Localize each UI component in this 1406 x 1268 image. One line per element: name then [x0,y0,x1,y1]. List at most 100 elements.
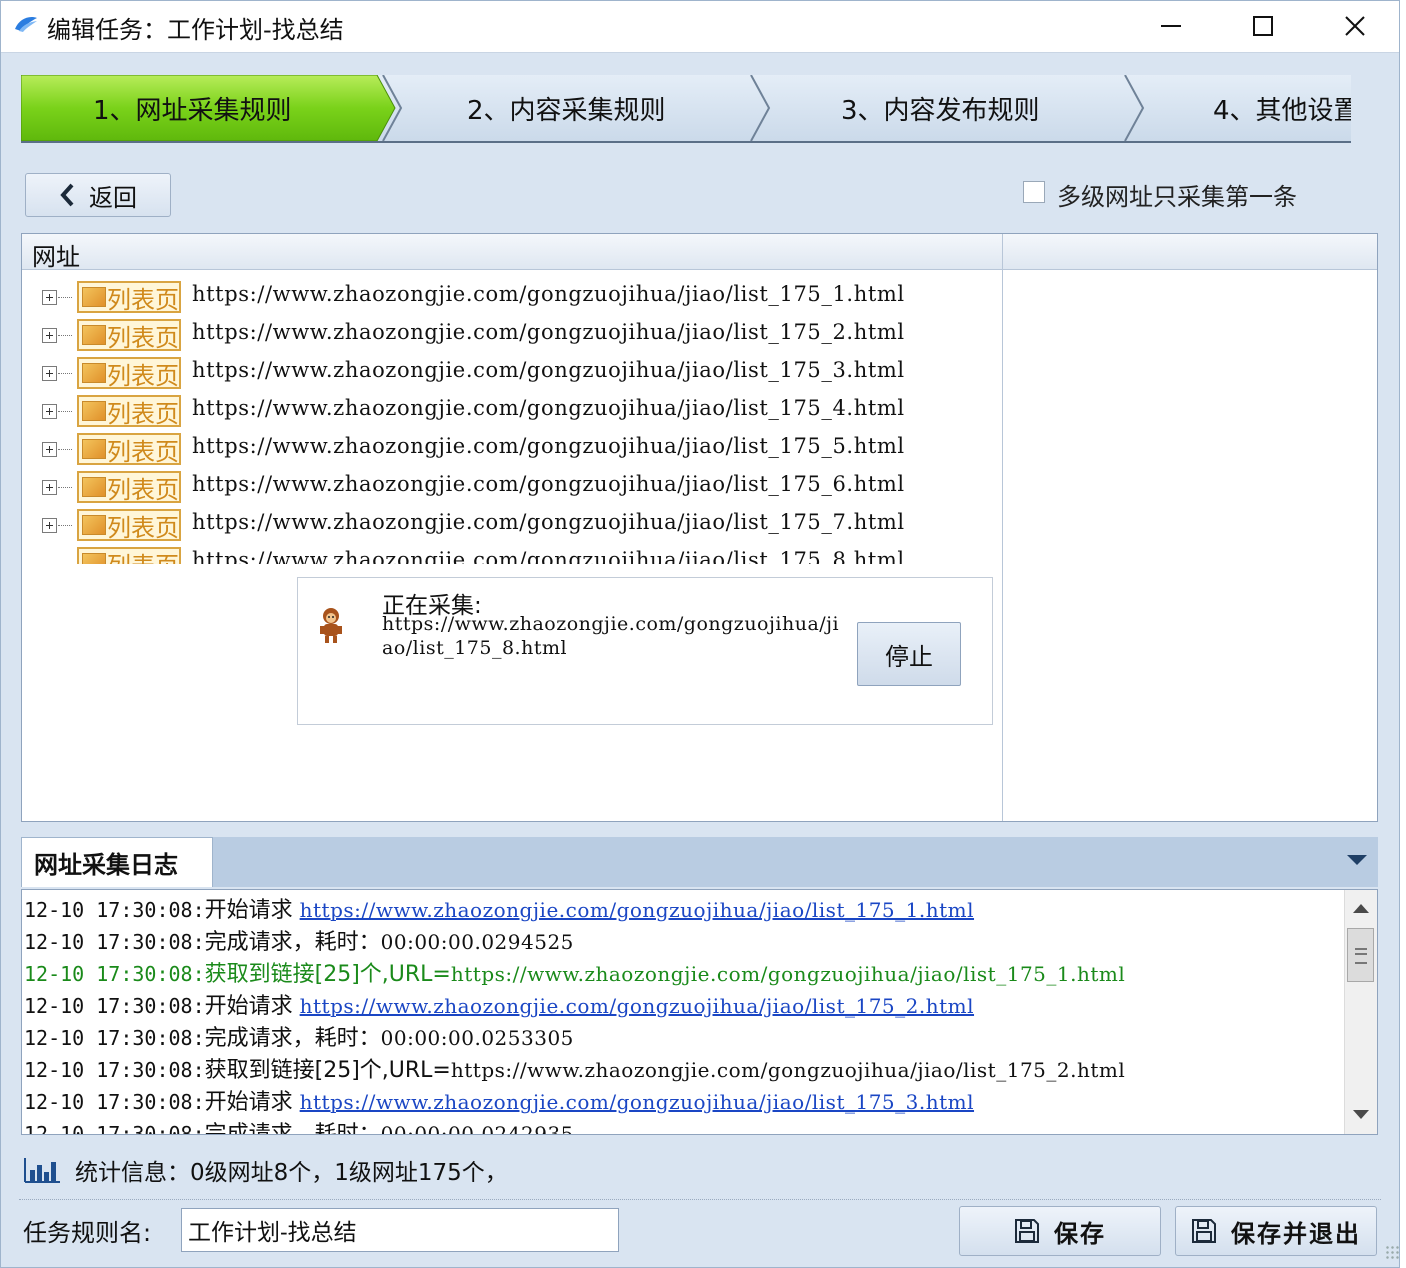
log-url: 00:00:00.0242935 [380,1122,574,1135]
url-column-label: 网址 [32,243,80,271]
first-only-checkbox[interactable] [1023,181,1045,203]
tree-row[interactable]: 列表页 https://www.zhaozongjie.com/gongzuoji… [22,544,1002,564]
folder-icon [82,515,106,535]
log-url: https://www.zhaozongjie.com/gongzuojihua… [450,962,1126,986]
save-label: 保存 [1054,1219,1106,1248]
scroll-down-icon[interactable] [1353,1110,1369,1119]
resize-grip[interactable] [1385,1245,1401,1261]
expand-icon[interactable] [42,480,57,495]
log-time: 12-10 17:30:08: [24,994,205,1018]
tree-connector [58,411,72,412]
log-url[interactable]: https://www.zhaozongjie.com/gongzuojihua… [300,898,974,922]
log-url: https://www.zhaozongjie.com/gongzuojihua… [450,1058,1126,1082]
step-wizard: 1、网址采集规则 2、内容采集规则 3、内容发布规则 4、其他设置 [21,75,1351,143]
list-page-tag: 列表页 [77,433,181,466]
log-scrollbar[interactable] [1344,890,1377,1134]
monkey-icon [320,608,342,643]
tree-connector [58,525,72,526]
tree-row[interactable]: 列表页 https://www.zhaozongjie.com/gongzuoji… [22,316,1002,354]
list-page-tag: 列表页 [77,395,181,428]
expand-icon[interactable] [42,442,57,457]
footer-divider [19,1199,1381,1200]
save-button[interactable]: 保存 [959,1206,1161,1256]
stop-button[interactable]: 停止 [857,622,961,686]
save-and-exit-button[interactable]: 保存并退出 [1175,1206,1377,1256]
url-tree: 列表页 https://www.zhaozongjie.com/gongzuoji… [22,278,1002,564]
step-label: 1、网址采集规则 [93,95,292,126]
column-divider [1002,234,1003,821]
tag-label: 列表页 [107,399,179,428]
log-time: 12-10 17:30:08: [24,898,205,922]
scroll-thumb[interactable] [1347,928,1374,982]
bar-chart-icon [24,1158,60,1183]
tree-row[interactable]: 列表页 https://www.zhaozongjie.com/gongzuoji… [22,468,1002,506]
log-message: 获取到链接[25]个,URL= [204,962,451,987]
folder-icon [82,553,106,564]
tree-row[interactable]: 列表页 https://www.zhaozongjie.com/gongzuoji… [22,430,1002,468]
log-line: 12-10 17:30:08:完成请求，耗时：00:00:00.0242935 [24,1118,1342,1135]
progress-dialog: 正在采集: https://www.zhaozongjie.com/gongzu… [297,577,993,725]
tree-url: https://www.zhaozongjie.com/gongzuojihua… [192,510,905,534]
expand-icon[interactable] [42,366,57,381]
log-time: 12-10 17:30:08: [24,1122,205,1135]
log-time: 12-10 17:30:08: [24,1026,205,1050]
minimize-button[interactable] [1125,1,1217,51]
expand-icon[interactable] [42,290,57,305]
first-only-label: 多级网址只采集第一条 [1057,183,1297,211]
step-url-rules[interactable]: 1、网址采集规则 [21,75,393,141]
title-bar: 编辑任务：工作计划-找总结 [1,1,1399,53]
log-message: 开始请求 [204,994,300,1019]
url-tree-panel: 网址 列表页 https://www.zhaozongjie.com/gongzu… [21,233,1378,822]
app-logo-icon [15,17,37,32]
tag-label: 列表页 [107,323,179,352]
tree-row[interactable]: 列表页 https://www.zhaozongjie.com/gongzuoji… [22,354,1002,392]
folder-icon [82,477,106,497]
log-time: 12-10 17:30:08: [24,930,205,954]
expand-icon[interactable] [42,518,57,533]
maximize-button[interactable] [1217,1,1309,51]
tree-url: https://www.zhaozongjie.com/gongzuojihua… [192,396,905,420]
tag-label: 列表页 [107,475,179,504]
tag-label: 列表页 [107,546,179,565]
log-panel: 12-10 17:30:08:开始请求 https://www.zhaozong… [21,889,1378,1135]
list-page-tag: 列表页 [77,471,181,504]
log-url[interactable]: https://www.zhaozongjie.com/gongzuojihua… [300,994,974,1018]
tree-row[interactable]: 列表页 https://www.zhaozongjie.com/gongzuoji… [22,392,1002,430]
log-line: 12-10 17:30:08:完成请求，耗时：00:00:00.0294525 [24,926,1342,958]
tree-url: https://www.zhaozongjie.com/gongzuojihua… [192,358,905,382]
log-message: 开始请求 [204,898,300,923]
maximize-icon [1253,16,1273,36]
tag-label: 列表页 [107,285,179,314]
url-column-header: 网址 [22,234,1377,271]
log-url[interactable]: https://www.zhaozongjie.com/gongzuojihua… [300,1090,974,1114]
expand-icon[interactable] [42,404,57,419]
log-time: 12-10 17:30:08: [24,1090,205,1114]
chevron-down-icon[interactable] [1347,855,1367,865]
scroll-up-icon[interactable] [1353,904,1369,913]
expand-icon[interactable] [42,328,57,343]
back-button[interactable]: 返回 [25,173,171,217]
step-label: 3、内容发布规则 [841,95,1040,126]
tree-connector [58,487,72,488]
tree-row[interactable]: 列表页 https://www.zhaozongjie.com/gongzuoji… [22,278,1002,316]
tab-url-log[interactable]: 网址采集日志 [21,837,213,887]
close-button[interactable] [1309,1,1401,51]
log-line: 12-10 17:30:08:获取到链接[25]个,URL=https://ww… [24,1054,1342,1086]
step-publish-rules[interactable]: 3、内容发布规则 [771,75,1143,141]
list-page-tag: 列表页 [77,509,181,542]
step-other-settings[interactable]: 4、其他设置 [1143,75,1351,141]
back-label: 返回 [89,183,137,212]
log-url: 00:00:00.0253305 [380,1026,574,1050]
tree-url: https://www.zhaozongjie.com/gongzuojihua… [192,548,905,564]
tree-row[interactable]: 列表页 https://www.zhaozongjie.com/gongzuoji… [22,506,1002,544]
log-line: 12-10 17:30:08:开始请求 https://www.zhaozong… [24,1086,1342,1118]
step-label: 4、其他设置 [1213,95,1351,126]
log-message: 完成请求，耗时： [204,1026,381,1051]
tree-connector [58,297,72,298]
step-content-rules[interactable]: 2、内容采集规则 [397,75,769,141]
tree-url: https://www.zhaozongjie.com/gongzuojihua… [192,320,905,344]
tree-url: https://www.zhaozongjie.com/gongzuojihua… [192,472,905,496]
rule-name-input[interactable] [181,1208,619,1252]
tree-connector [58,335,72,336]
log-message: 获取到链接[25]个,URL= [204,1058,451,1083]
